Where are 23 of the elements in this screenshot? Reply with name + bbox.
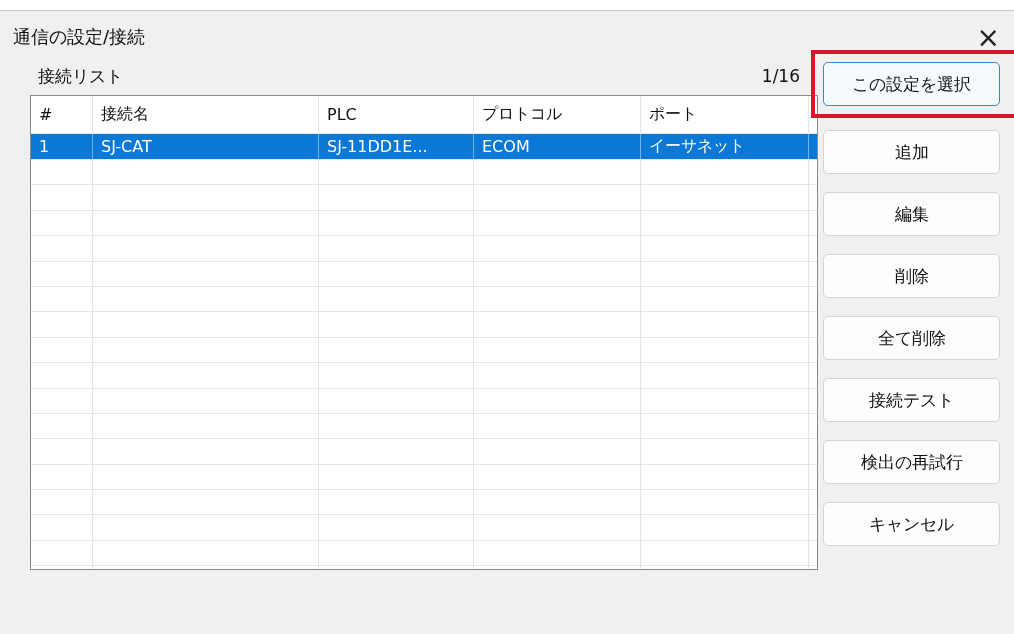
action-button[interactable]: 追加 <box>823 130 1000 174</box>
column-header[interactable]: ポート <box>649 104 697 125</box>
list-count: 1/16 <box>761 66 800 86</box>
table-cell: 1 <box>39 137 50 156</box>
action-button[interactable]: 検出の再試行 <box>823 440 1000 484</box>
action-button[interactable]: 全て削除 <box>823 316 1000 360</box>
column-header[interactable]: # <box>39 105 53 124</box>
action-button[interactable]: キャンセル <box>823 502 1000 546</box>
action-button[interactable]: 編集 <box>823 192 1000 236</box>
window-title: 通信の設定/接続 <box>13 25 146 49</box>
table-cell: SJ-CAT <box>101 137 152 156</box>
close-button[interactable]: × <box>970 20 1006 54</box>
column-header[interactable]: 接続名 <box>101 104 149 125</box>
table-cell: SJ-11DD1E... <box>327 137 428 156</box>
action-button[interactable]: この設定を選択 <box>823 62 1000 106</box>
table-row[interactable]: 1 SJ-CAT SJ-11DD1E... ECOM イーサネット <box>31 134 817 160</box>
column-header[interactable]: PLC <box>327 105 357 124</box>
action-button[interactable]: 削除 <box>823 254 1000 298</box>
table-cell: イーサネット <box>649 136 745 157</box>
list-label: 接続リスト <box>38 64 123 88</box>
column-header[interactable]: プロトコル <box>482 104 562 125</box>
action-button[interactable]: 接続テスト <box>823 378 1000 422</box>
table-cell: ECOM <box>482 137 530 156</box>
